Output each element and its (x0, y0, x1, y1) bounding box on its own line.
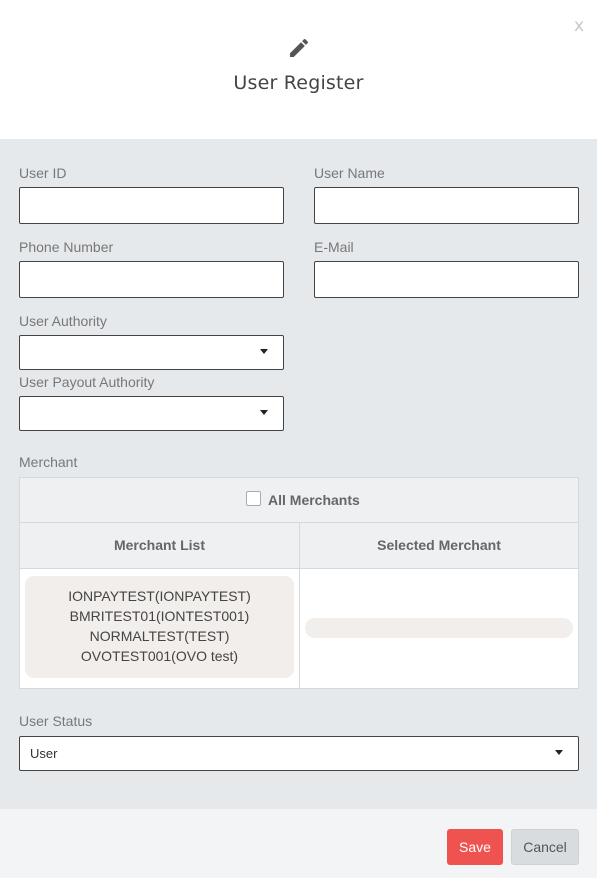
column-divider (299, 523, 300, 688)
merchant-table: All Merchants Merchant List Selected Mer… (19, 477, 579, 689)
user-id-label: User ID (19, 165, 67, 181)
user-status-label: User Status (19, 713, 93, 729)
merchant-list-item[interactable]: IONPAYTEST(IONPAYTEST) (25, 588, 294, 604)
phone-number-label: Phone Number (19, 239, 114, 255)
merchant-list-item[interactable]: BMRITEST01(IONTEST001) (25, 608, 294, 624)
dialog-title: User Register (233, 72, 364, 94)
user-payout-authority-label: User Payout Authority (19, 374, 155, 390)
user-status-select[interactable]: User (19, 736, 579, 771)
merchant-label: Merchant (19, 454, 78, 470)
all-merchants-checkbox[interactable] (246, 491, 261, 506)
all-merchants-label[interactable]: All Merchants (268, 492, 360, 508)
cancel-button[interactable]: Cancel (511, 829, 579, 865)
user-id-input[interactable] (19, 187, 284, 224)
selected-merchant-header: Selected Merchant (377, 537, 501, 553)
merchant-list-header: Merchant List (113, 537, 205, 553)
all-merchants-row: All Merchants (20, 478, 578, 523)
merchant-list-item[interactable]: OVOTEST001(OVO test) (25, 648, 294, 664)
merchant-list-item[interactable]: NORMALTEST(TEST) (25, 628, 294, 644)
email-input[interactable] (314, 261, 579, 298)
merchant-list[interactable]: IONPAYTEST(IONPAYTEST) BMRITEST01(IONTES… (25, 576, 294, 678)
user-authority-label: User Authority (19, 313, 107, 329)
dialog-footer: Save Cancel (0, 809, 597, 878)
user-status-value: User (30, 746, 58, 761)
close-button[interactable]: x (574, 16, 584, 36)
selected-merchant-list[interactable] (305, 618, 573, 638)
caret-down-icon (260, 349, 268, 354)
user-name-label: User Name (314, 165, 385, 181)
user-payout-authority-select[interactable] (19, 396, 284, 431)
save-button[interactable]: Save (447, 829, 503, 865)
dialog-header: x User Register (0, 0, 597, 139)
phone-number-input[interactable] (19, 261, 284, 298)
caret-down-icon (260, 410, 268, 415)
caret-down-icon (555, 750, 563, 755)
form-body: User ID User Name Phone Number E-Mail Us… (0, 139, 597, 809)
pencil-icon (290, 38, 309, 57)
user-name-input[interactable] (314, 187, 579, 224)
user-authority-select[interactable] (19, 335, 284, 370)
email-label: E-Mail (314, 239, 354, 255)
